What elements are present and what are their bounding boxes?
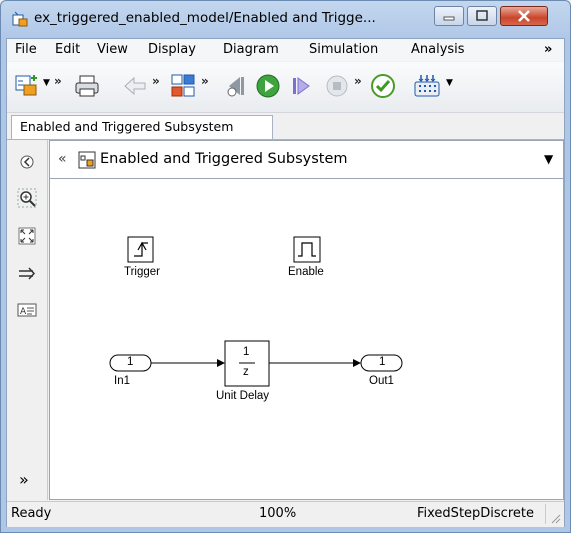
print-icon[interactable] — [73, 72, 101, 100]
delay-denominator: z — [243, 366, 249, 378]
fit-view-icon[interactable] — [17, 226, 37, 246]
tab-enabled-triggered-subsystem[interactable]: Enabled and Triggered Subsystem — [11, 115, 273, 139]
breadcrumb-bar: « Enabled and Triggered Subsystem ▼ — [49, 140, 564, 179]
toolbar-chevron-1[interactable]: » — [54, 74, 62, 88]
status-separator — [545, 504, 546, 524]
toolbar: ▼ » » » » ▼ — [7, 62, 564, 113]
menu-bar: File Edit View Display Diagram Simulatio… — [7, 39, 564, 61]
toolbar-chevron-2[interactable]: » — [152, 74, 160, 88]
maximize-icon — [476, 10, 488, 21]
zoom-icon[interactable] — [17, 188, 37, 208]
toolbar-chevron-4[interactable]: » — [354, 74, 362, 88]
stop-icon[interactable] — [323, 72, 351, 100]
status-zoom: 100% — [259, 506, 297, 521]
minimize-button[interactable] — [434, 6, 464, 26]
build-dropdown[interactable]: ▼ — [446, 78, 453, 88]
diagram-canvas[interactable]: Trigger Enable 1 In1 1 z Unit Delay 1 Ou… — [49, 179, 564, 500]
tab-label: Enabled and Triggered Subsystem — [20, 119, 234, 134]
toolbar-chevron-3[interactable]: » — [201, 74, 209, 88]
status-state: Ready — [11, 506, 52, 521]
status-solver[interactable]: FixedStepDiscrete — [417, 506, 534, 521]
palette-more-button[interactable]: » — [19, 470, 29, 489]
step-forward-icon[interactable] — [287, 72, 315, 100]
menu-diagram[interactable]: Diagram — [223, 42, 279, 57]
annotation-icon[interactable]: A — [17, 300, 37, 320]
delay-numerator: 1 — [243, 346, 250, 358]
menu-simulation[interactable]: Simulation — [309, 42, 378, 57]
trigger-label: Trigger — [124, 266, 160, 278]
menu-display[interactable]: Display — [148, 42, 196, 57]
menu-edit[interactable]: Edit — [55, 42, 80, 57]
out1-number: 1 — [379, 356, 386, 368]
subsystem-icon — [78, 151, 96, 169]
diagram-svg — [109, 236, 403, 387]
breadcrumb-dropdown-icon[interactable]: ▼ — [544, 152, 553, 166]
enable-label: Enable — [288, 266, 324, 278]
tab-bar: Enabled and Triggered Subsystem — [7, 113, 564, 140]
menu-file[interactable]: File — [15, 42, 37, 57]
breadcrumb-back-button[interactable]: « — [58, 151, 67, 167]
back-icon[interactable] — [121, 72, 149, 100]
menu-overflow-button[interactable]: » — [544, 42, 552, 57]
minimize-icon — [443, 16, 455, 21]
resize-grip-icon[interactable] — [551, 514, 561, 524]
model-advisor-icon[interactable] — [369, 72, 397, 100]
svg-text:A: A — [20, 307, 27, 317]
unit-delay-label: Unit Delay — [216, 390, 270, 402]
window-title: ex_triggered_enabled_model/Enabled and T… — [34, 10, 376, 26]
menu-analysis[interactable]: Analysis — [411, 42, 465, 57]
out1-label: Out1 — [369, 375, 394, 387]
in1-label: In1 — [114, 375, 130, 387]
model-icon — [12, 11, 28, 27]
tool-palette: A » — [7, 140, 48, 500]
hide-browser-icon[interactable] — [17, 152, 37, 172]
close-button[interactable] — [500, 6, 548, 26]
trigger-block[interactable] — [127, 236, 154, 263]
build-icon[interactable] — [413, 72, 441, 100]
editor-client: File Edit View Display Diagram Simulatio… — [6, 38, 565, 527]
signal-arrow-icon[interactable] — [17, 264, 37, 284]
run-icon[interactable] — [254, 72, 282, 100]
close-icon — [518, 10, 530, 22]
signal-line-out[interactable] — [269, 359, 361, 367]
signal-line-in[interactable] — [151, 359, 225, 367]
title-bar[interactable]: ex_triggered_enabled_model/Enabled and T… — [0, 0, 571, 40]
enable-block[interactable] — [293, 236, 321, 263]
menu-view[interactable]: View — [97, 42, 128, 57]
model-browser-dropdown[interactable]: ▼ — [43, 78, 50, 88]
step-back-icon[interactable] — [222, 72, 250, 100]
breadcrumb-path[interactable]: Enabled and Triggered Subsystem — [100, 151, 348, 167]
maximize-button[interactable] — [467, 6, 497, 26]
library-browser-icon[interactable] — [169, 72, 197, 100]
in1-number: 1 — [127, 356, 134, 368]
model-browser-icon[interactable] — [13, 72, 41, 100]
status-bar: Ready 100% FixedStepDiscrete — [7, 501, 564, 527]
